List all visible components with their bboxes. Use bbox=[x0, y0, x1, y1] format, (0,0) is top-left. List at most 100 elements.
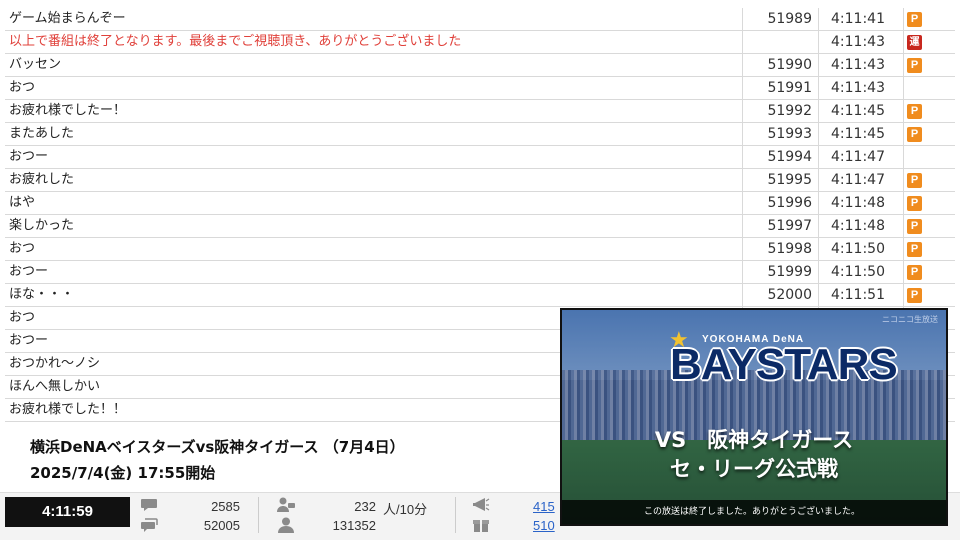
comment-badge-cell: P bbox=[904, 54, 955, 76]
comment-row[interactable]: おつー 51999 4:11:50 P bbox=[5, 261, 955, 284]
comment-badge-cell: P bbox=[904, 238, 955, 260]
program-start-time: 2025/7/4(金) 17:55開始 bbox=[30, 464, 216, 482]
premium-badge-icon: P bbox=[907, 218, 922, 234]
viewers-unit: 人/10分 bbox=[383, 502, 428, 517]
comment-text: バッセン bbox=[5, 54, 743, 76]
comment-stack-icon bbox=[141, 518, 158, 532]
comment-badge-cell: P bbox=[904, 215, 955, 237]
comment-row[interactable]: お疲れ様でしたー！ 51992 4:11:45 P bbox=[5, 100, 955, 123]
comment-text: おつ bbox=[5, 77, 743, 99]
comment-time: 4:11:45 bbox=[819, 123, 904, 145]
broadcast-ended-caption: この放送は終了しました。ありがとうございました。 bbox=[562, 500, 946, 524]
premium-badge-icon: P bbox=[907, 195, 922, 211]
comment-row[interactable]: おつ 51998 4:11:50 P bbox=[5, 238, 955, 261]
program-info: 横浜DeNAベイスターズvs阪神タイガース （7月4日） 2025/7/4(金)… bbox=[5, 422, 565, 490]
comment-text: おつー bbox=[5, 146, 743, 168]
gift-icon bbox=[473, 520, 489, 532]
comment-badge-cell: P bbox=[904, 8, 955, 30]
separator bbox=[258, 497, 259, 533]
separator bbox=[455, 497, 456, 533]
watermark: ニコニコ生放送 bbox=[882, 315, 938, 324]
comment-text: 楽しかった bbox=[5, 215, 743, 237]
comment-text: おつー bbox=[5, 261, 743, 283]
comment-row[interactable]: またあした 51993 4:11:45 P bbox=[5, 123, 955, 146]
comment-time: 4:11:43 bbox=[819, 77, 904, 99]
premium-badge-icon: P bbox=[907, 241, 922, 257]
comment-row[interactable]: おつ 51991 4:11:43 bbox=[5, 77, 955, 100]
operator-comment-row[interactable]: 以上で番組は終了となります。最後までご視聴頂き、ありがとうございました 4:11:… bbox=[5, 31, 955, 54]
comment-row[interactable]: おつー 51994 4:11:47 bbox=[5, 146, 955, 169]
comment-number: 52000 bbox=[743, 284, 819, 306]
comment-text: ほな・・・ bbox=[5, 284, 743, 306]
comment-badge-cell bbox=[904, 146, 955, 168]
comment-count: 2585 bbox=[211, 499, 240, 514]
comment-number: 51995 bbox=[743, 169, 819, 191]
matchup-line: VS 阪神タイガース bbox=[654, 428, 854, 452]
comment-text: またあした bbox=[5, 123, 743, 145]
comment-time: 4:11:41 bbox=[819, 8, 904, 30]
comment-badge-cell: P bbox=[904, 169, 955, 191]
comment-row[interactable]: バッセン 51990 4:11:43 P bbox=[5, 54, 955, 77]
megaphone-icon bbox=[473, 498, 490, 511]
viewers-total: 131352 bbox=[332, 518, 376, 533]
comment-badge-cell: P bbox=[904, 123, 955, 145]
comment-time: 4:11:43 bbox=[819, 54, 904, 76]
video-player[interactable]: ニコニコ生放送 ★ YOKOHAMA DeNA BAYSTARS VS 阪神タイ… bbox=[560, 308, 948, 526]
comment-number: 51996 bbox=[743, 192, 819, 214]
comment-number: 51990 bbox=[743, 54, 819, 76]
comment-number: 51994 bbox=[743, 146, 819, 168]
comment-number: 51989 bbox=[743, 8, 819, 30]
comment-row[interactable]: ゲーム始まらんぞー 51989 4:11:41 P bbox=[5, 8, 955, 31]
comment-time: 4:11:48 bbox=[819, 215, 904, 237]
comment-number: 51998 bbox=[743, 238, 819, 260]
comment-text: おつ bbox=[5, 238, 743, 260]
comment-number: 51997 bbox=[743, 215, 819, 237]
comment-badge-cell bbox=[904, 77, 955, 99]
gift-points-link[interactable]: 510 bbox=[533, 518, 555, 533]
comment-row[interactable]: ほな・・・ 52000 4:11:51 P bbox=[5, 284, 955, 307]
premium-badge-icon: P bbox=[907, 172, 922, 188]
person-icon bbox=[278, 517, 294, 533]
comment-time: 4:11:47 bbox=[819, 169, 904, 191]
operator-badge-icon: 運 bbox=[907, 34, 922, 50]
program-title: 横浜DeNAベイスターズvs阪神タイガース （7月4日） bbox=[30, 438, 405, 456]
comment-time: 4:11:45 bbox=[819, 100, 904, 122]
comment-row[interactable]: はや 51996 4:11:48 P bbox=[5, 192, 955, 215]
comment-number: 51992 bbox=[743, 100, 819, 122]
viewers-per-10min: 232 bbox=[354, 499, 376, 514]
comment-badge-cell: 運 bbox=[904, 31, 955, 53]
premium-badge-icon: P bbox=[907, 264, 922, 280]
comment-number: 51991 bbox=[743, 77, 819, 99]
comment-number: 51993 bbox=[743, 123, 819, 145]
comment-time: 4:11:48 bbox=[819, 192, 904, 214]
comment-time: 4:11:50 bbox=[819, 261, 904, 283]
comment-bubble-icon bbox=[141, 499, 157, 511]
comment-text: ゲーム始まらんぞー bbox=[5, 8, 743, 30]
viewers-icon bbox=[277, 497, 295, 512]
comment-row[interactable]: お疲れした 51995 4:11:47 P bbox=[5, 169, 955, 192]
premium-badge-icon: P bbox=[907, 57, 922, 73]
comment-total: 52005 bbox=[203, 518, 240, 533]
comment-number bbox=[743, 31, 819, 53]
elapsed-time: 4:11:59 bbox=[5, 497, 130, 527]
premium-badge-icon: P bbox=[907, 126, 922, 142]
premium-badge-icon: P bbox=[907, 11, 922, 27]
comment-time: 4:11:51 bbox=[819, 284, 904, 306]
comment-text: お疲れした bbox=[5, 169, 743, 191]
comment-row[interactable]: 楽しかった 51997 4:11:48 P bbox=[5, 215, 955, 238]
premium-badge-icon: P bbox=[907, 287, 922, 303]
comment-time: 4:11:43 bbox=[819, 31, 904, 53]
ad-points-link[interactable]: 415 bbox=[533, 499, 555, 514]
comment-time: 4:11:47 bbox=[819, 146, 904, 168]
comment-badge-cell: P bbox=[904, 261, 955, 283]
comment-text: はや bbox=[5, 192, 743, 214]
comment-badge-cell: P bbox=[904, 192, 955, 214]
comment-text: 以上で番組は終了となります。最後までご視聴頂き、ありがとうございました bbox=[5, 31, 743, 53]
league-line: セ・リーグ公式戦 bbox=[670, 457, 838, 481]
comment-text: お疲れ様でしたー！ bbox=[5, 100, 743, 122]
team-logo: BAYSTARS bbox=[670, 340, 898, 389]
comment-badge-cell: P bbox=[904, 284, 955, 306]
comment-number: 51999 bbox=[743, 261, 819, 283]
comment-time: 4:11:50 bbox=[819, 238, 904, 260]
premium-badge-icon: P bbox=[907, 103, 922, 119]
